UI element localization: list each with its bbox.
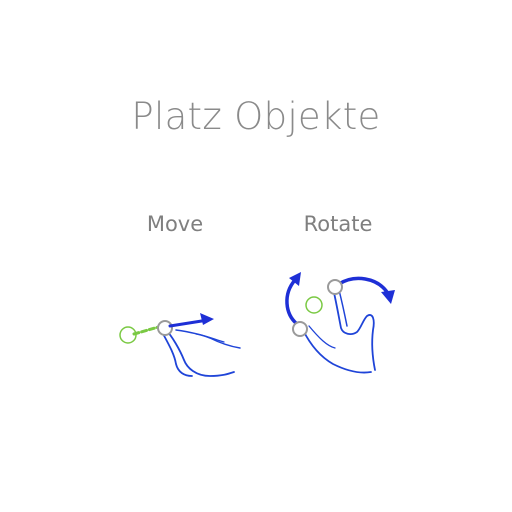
move-gesture-label: Move	[146, 212, 204, 236]
move-gesture: Move	[100, 208, 250, 388]
rotate-gesture-icon	[285, 272, 395, 374]
gesture-help-screen: Platz Objekte Move Rotate	[0, 0, 512, 512]
page-title: Platz Objekte	[131, 95, 381, 138]
rotate-gesture-label: Rotate	[303, 212, 373, 236]
rotate-gesture: Rotate	[263, 208, 413, 388]
drag-gesture-icon	[119, 313, 241, 377]
